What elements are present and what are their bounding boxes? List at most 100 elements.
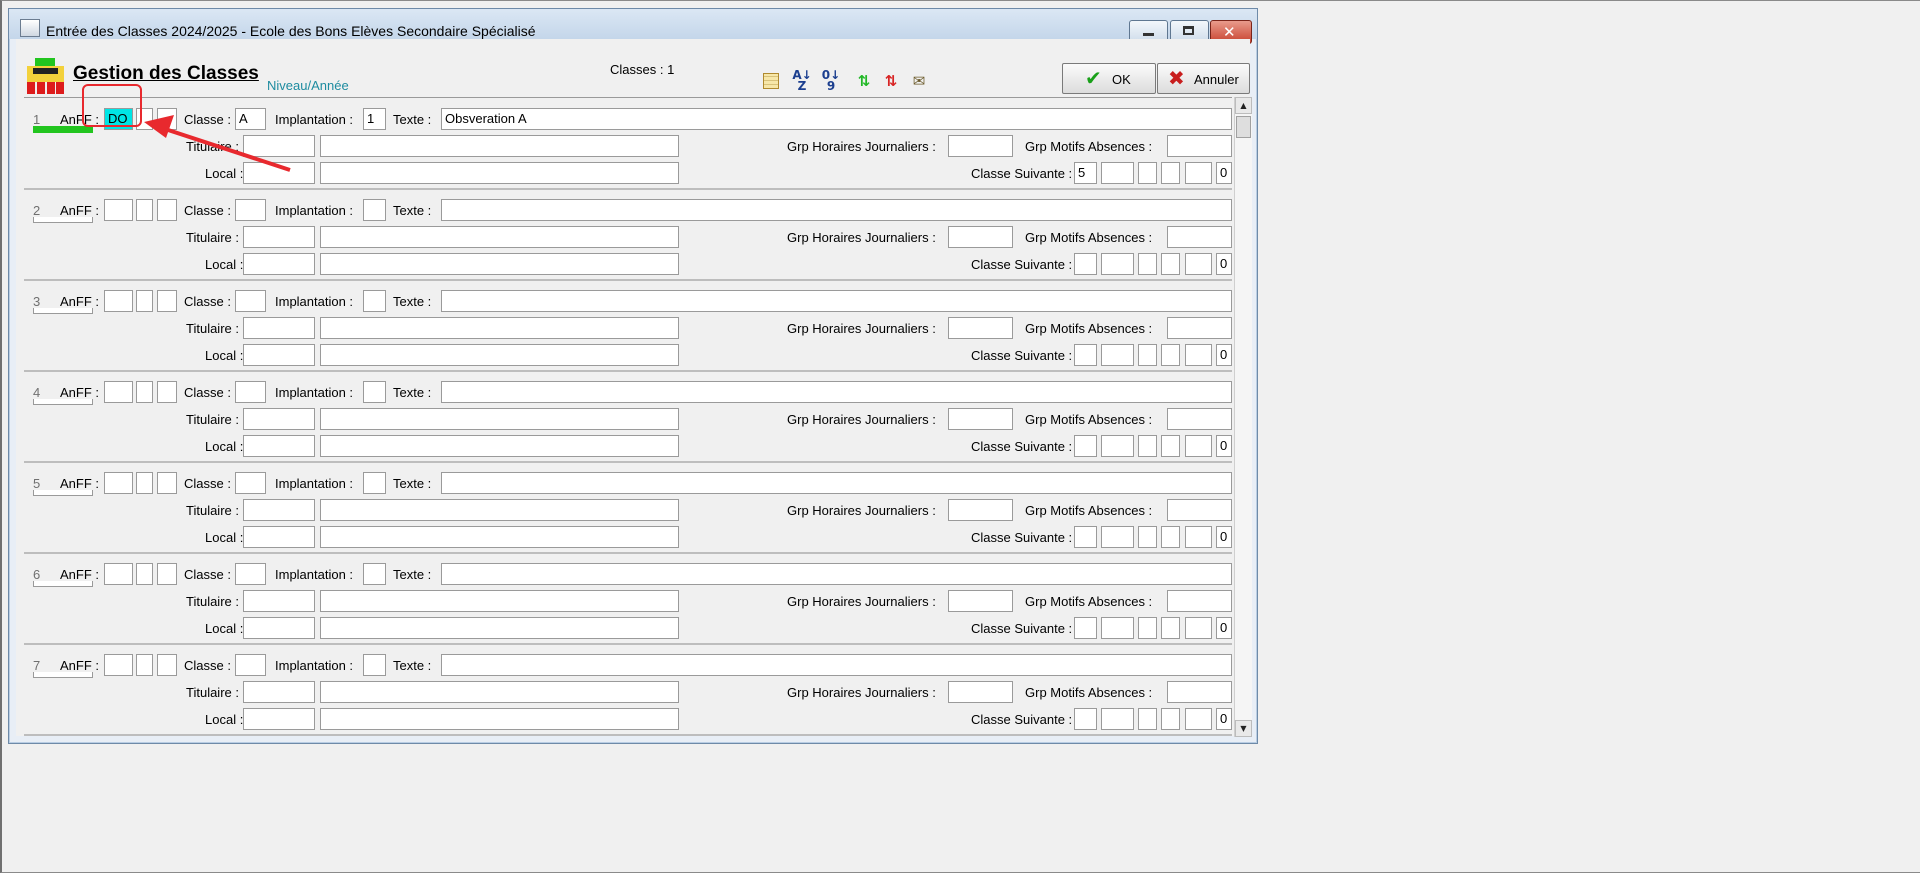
local-code-field[interactable]	[243, 526, 315, 548]
titulaire-name-field[interactable]	[320, 681, 679, 703]
classe-suivante-field-2[interactable]	[1101, 162, 1134, 184]
scroll-up-button[interactable]: ▲	[1235, 97, 1252, 114]
classe-suivante-last-field[interactable]: 0	[1216, 708, 1232, 730]
anff-field[interactable]	[104, 472, 133, 494]
classe-field[interactable]	[235, 290, 266, 312]
titulaire-name-field[interactable]	[320, 590, 679, 612]
anff-field[interactable]	[104, 563, 133, 585]
anff-field-3[interactable]	[157, 654, 177, 676]
titulaire-code-field[interactable]	[243, 135, 315, 157]
anff-field-2[interactable]	[136, 199, 153, 221]
local-code-field[interactable]	[243, 617, 315, 639]
grp-motifs-field[interactable]	[1167, 135, 1232, 157]
classe-suivante-field[interactable]	[1074, 617, 1097, 639]
anff-field-2[interactable]	[136, 290, 153, 312]
implantation-field[interactable]	[363, 381, 386, 403]
classe-suivante-field-2[interactable]	[1101, 344, 1134, 366]
classe-suivante-last-field[interactable]: 0	[1216, 435, 1232, 457]
classe-field[interactable]	[235, 199, 266, 221]
local-name-field[interactable]	[320, 162, 679, 184]
row-select-bar[interactable]	[33, 217, 93, 223]
texte-field[interactable]	[441, 381, 1232, 403]
move-down-icon[interactable]: ⇅	[880, 70, 902, 92]
titulaire-code-field[interactable]	[243, 226, 315, 248]
titulaire-name-field[interactable]	[320, 499, 679, 521]
classe-suivante-field[interactable]	[1074, 435, 1097, 457]
classe-suivante-field[interactable]	[1074, 708, 1097, 730]
grp-horaires-field[interactable]	[948, 590, 1013, 612]
scroll-thumb[interactable]	[1236, 116, 1251, 138]
implantation-field[interactable]	[363, 563, 386, 585]
classe-suivante-field-3[interactable]	[1138, 617, 1157, 639]
row-select-bar[interactable]	[33, 490, 93, 496]
grp-motifs-field[interactable]	[1167, 226, 1232, 248]
classe-suivante-field-4[interactable]	[1161, 526, 1180, 548]
implantation-field[interactable]	[363, 472, 386, 494]
classe-suivante-last-field[interactable]: 0	[1216, 617, 1232, 639]
classe-suivante-field-5[interactable]	[1185, 708, 1212, 730]
classe-suivante-field[interactable]: 5	[1074, 162, 1097, 184]
row-select-bar[interactable]	[33, 308, 93, 314]
classe-field[interactable]	[235, 381, 266, 403]
anff-field-2[interactable]	[136, 472, 153, 494]
classe-suivante-last-field[interactable]: 0	[1216, 253, 1232, 275]
classe-suivante-field-2[interactable]	[1101, 435, 1134, 457]
classe-suivante-field-3[interactable]	[1138, 162, 1157, 184]
classe-suivante-last-field[interactable]: 0	[1216, 526, 1232, 548]
classe-suivante-last-field[interactable]: 0	[1216, 162, 1232, 184]
classe-field[interactable]: A	[235, 108, 266, 130]
vertical-scrollbar[interactable]: ▲ ▼	[1234, 97, 1252, 737]
sort-09-icon[interactable]: 0↓ 9	[820, 69, 842, 92]
classe-field[interactable]	[235, 472, 266, 494]
row-select-bar[interactable]	[33, 581, 93, 587]
row-select-bar[interactable]	[33, 126, 93, 133]
anff-field-2[interactable]	[136, 654, 153, 676]
classe-suivante-field-4[interactable]	[1161, 708, 1180, 730]
classe-suivante-field-4[interactable]	[1161, 253, 1180, 275]
cancel-button[interactable]: ✖ Annuler	[1157, 63, 1250, 94]
local-name-field[interactable]	[320, 344, 679, 366]
anff-field-3[interactable]	[157, 381, 177, 403]
grp-horaires-field[interactable]	[948, 135, 1013, 157]
titulaire-code-field[interactable]	[243, 590, 315, 612]
titulaire-name-field[interactable]	[320, 226, 679, 248]
bag-icon[interactable]: ✉	[908, 70, 930, 92]
local-code-field[interactable]	[243, 253, 315, 275]
classe-suivante-field-4[interactable]	[1161, 344, 1180, 366]
classe-suivante-field[interactable]	[1074, 344, 1097, 366]
titulaire-code-field[interactable]	[243, 681, 315, 703]
local-code-field[interactable]	[243, 435, 315, 457]
local-code-field[interactable]	[243, 708, 315, 730]
classe-suivante-field-3[interactable]	[1138, 253, 1157, 275]
local-name-field[interactable]	[320, 526, 679, 548]
classe-suivante-field-2[interactable]	[1101, 708, 1134, 730]
classe-suivante-field-3[interactable]	[1138, 344, 1157, 366]
texte-field[interactable]	[441, 199, 1232, 221]
titulaire-name-field[interactable]	[320, 317, 679, 339]
classe-suivante-field[interactable]	[1074, 526, 1097, 548]
implantation-field[interactable]	[363, 199, 386, 221]
classe-suivante-field-4[interactable]	[1161, 162, 1180, 184]
classe-suivante-field-5[interactable]	[1185, 162, 1212, 184]
anff-field[interactable]	[104, 381, 133, 403]
title-bar[interactable]: Entrée des Classes 2024/2025 - Ecole des…	[9, 9, 1257, 44]
texte-field[interactable]	[441, 472, 1232, 494]
anff-field-2[interactable]	[136, 563, 153, 585]
implantation-field[interactable]	[363, 654, 386, 676]
grp-motifs-field[interactable]	[1167, 408, 1232, 430]
classe-suivante-field-5[interactable]	[1185, 617, 1212, 639]
classe-suivante-field-2[interactable]	[1101, 253, 1134, 275]
local-name-field[interactable]	[320, 617, 679, 639]
classe-field[interactable]	[235, 654, 266, 676]
grp-motifs-field[interactable]	[1167, 317, 1232, 339]
grp-motifs-field[interactable]	[1167, 590, 1232, 612]
implantation-field[interactable]: 1	[363, 108, 386, 130]
anff-field-3[interactable]	[157, 199, 177, 221]
classe-suivante-field-2[interactable]	[1101, 526, 1134, 548]
move-up-icon[interactable]: ⇅	[853, 70, 875, 92]
row-select-bar[interactable]	[33, 399, 93, 405]
titulaire-name-field[interactable]	[320, 408, 679, 430]
titulaire-code-field[interactable]	[243, 317, 315, 339]
scroll-down-button[interactable]: ▼	[1235, 720, 1252, 737]
local-name-field[interactable]	[320, 708, 679, 730]
